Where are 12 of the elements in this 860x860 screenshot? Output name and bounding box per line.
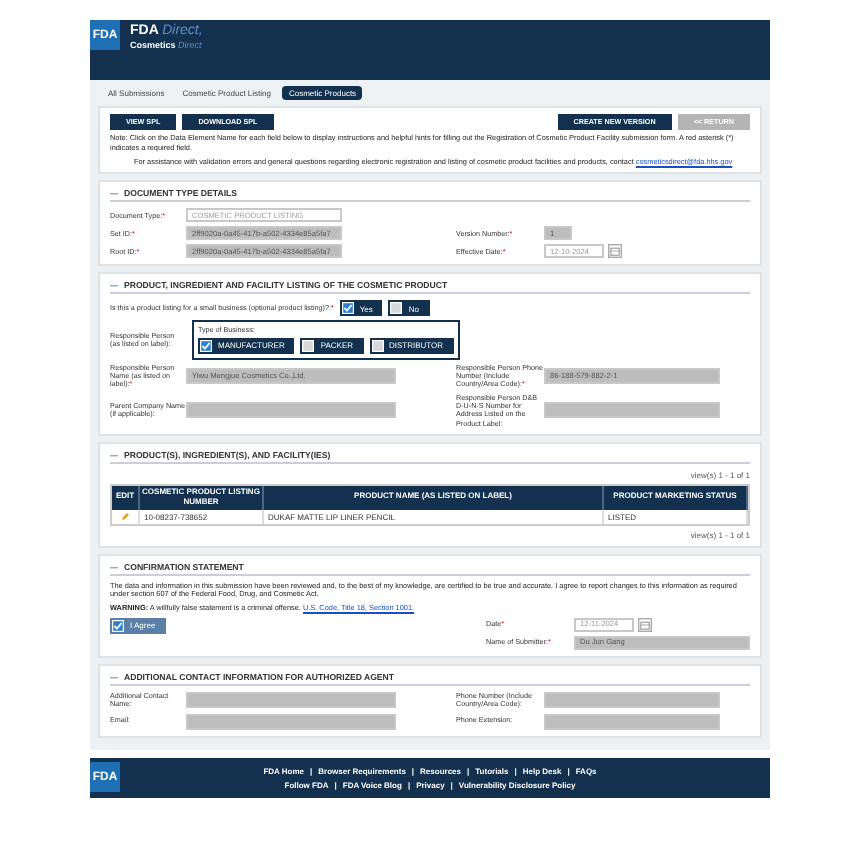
calendar-icon[interactable] [608,244,622,259]
checkbox-icon[interactable] [302,339,315,352]
checked-checkbox-icon[interactable] [341,302,354,315]
text-field[interactable] [544,692,720,709]
text-field[interactable] [544,713,720,730]
text-field[interactable] [186,692,396,709]
checked-checkbox-icon[interactable] [112,619,124,632]
text-field[interactable] [186,713,396,730]
checkbox-icon[interactable] [371,339,383,352]
checkbox-icon[interactable] [390,302,403,315]
calendar-icon[interactable] [638,617,652,632]
checked-checkbox-icon[interactable] [200,339,212,352]
